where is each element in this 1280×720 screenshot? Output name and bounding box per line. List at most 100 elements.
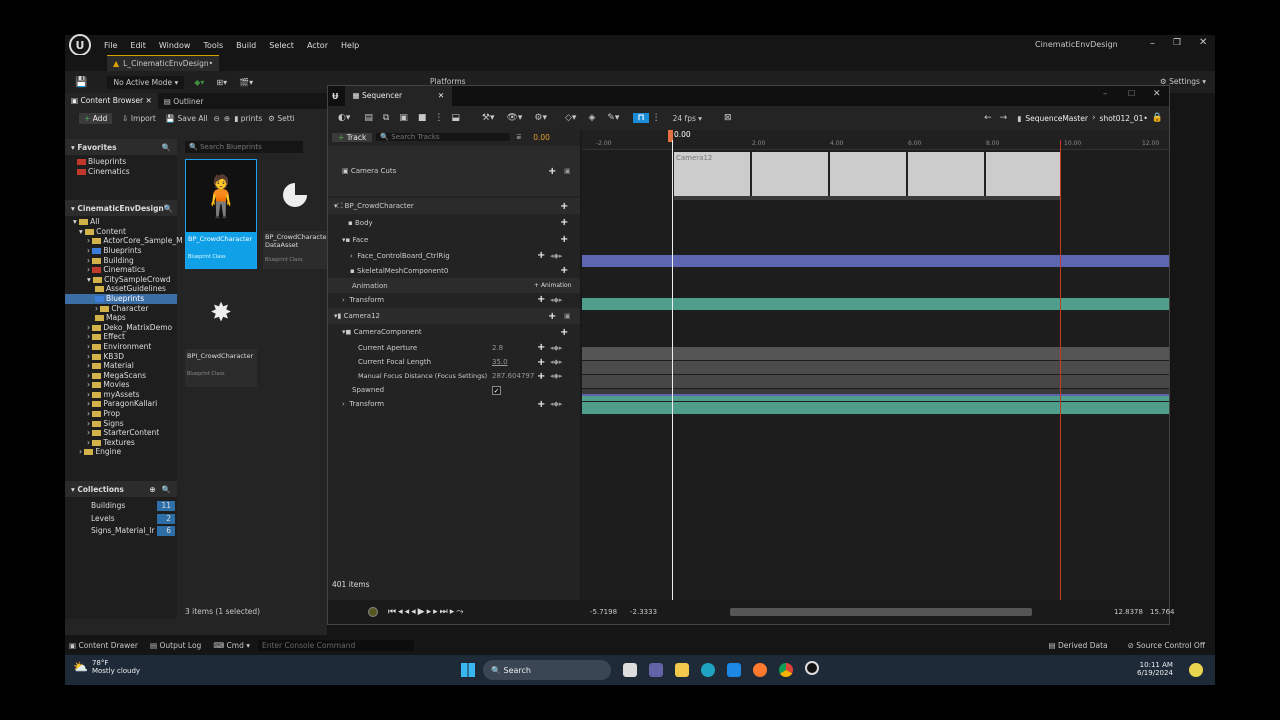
snap-toggle[interactable]: ⊓ <box>633 113 649 123</box>
edge-icon[interactable] <box>701 663 715 677</box>
add-actor-icon[interactable]: ◆▾ <box>194 78 204 87</box>
focus-distance-section[interactable] <box>582 375 1169 388</box>
collection-item[interactable]: Buildings 11 <box>65 500 177 513</box>
cinematics-icon[interactable]: 🎬▾ <box>239 78 253 87</box>
menu-actor[interactable]: Actor <box>307 41 328 50</box>
forward-icon[interactable]: → <box>1000 113 1008 123</box>
camera-cut-section[interactable]: Camera12 <box>674 152 1060 200</box>
tree-item[interactable]: › Blueprints <box>65 246 177 256</box>
tree-item[interactable]: Maps <box>65 313 177 323</box>
store-icon[interactable] <box>727 663 741 677</box>
add-icon[interactable]: + <box>537 371 545 382</box>
tree-item-all[interactable]: ▾ All <box>65 217 177 227</box>
add-icon[interactable]: + <box>560 265 568 276</box>
collections-header[interactable]: ▾ Collections ⊕ 🔍 <box>65 481 177 498</box>
collection-search-icon[interactable]: 🔍 <box>162 485 171 494</box>
tree-item[interactable]: ▾ CitySampleCrowd <box>65 275 177 285</box>
key-nav-icon[interactable]: ◂◆▸ <box>550 344 562 352</box>
track-row[interactable]: ▪ Body + <box>328 214 580 231</box>
menu-tools[interactable]: Tools <box>203 41 223 50</box>
history-forward-icon[interactable]: ⊕ <box>224 114 230 123</box>
track-value[interactable]: 287.604797 <box>492 372 535 380</box>
render-icon[interactable]: ▣ <box>399 113 408 123</box>
path-breadcrumb[interactable]: ▮ prints <box>234 114 262 123</box>
project-header[interactable]: ▾ CinematicEnvDesign 🔍 <box>65 200 177 217</box>
tree-item[interactable]: › Character <box>65 304 177 314</box>
asset-tile-selected[interactable]: 🧍 BP_CrowdCharacter Blueprint Class <box>185 159 257 269</box>
menu-build[interactable]: Build <box>236 41 256 50</box>
history-back-icon[interactable]: ⊖ <box>214 114 220 123</box>
track-row[interactable]: ▾ ◼ CameraComponent + <box>328 324 580 340</box>
camera-lock-icon[interactable]: ▣ <box>564 312 571 320</box>
tree-item[interactable]: › Prop <box>65 409 177 419</box>
track-row[interactable]: Current Focal Length 35.0 + ◂◆▸ <box>328 355 580 369</box>
view-icon[interactable]: 👁▾ <box>506 113 522 123</box>
playback-controls[interactable]: ⏮◂◂◂▶▸▸⏭▸⤳ <box>388 607 465 617</box>
weather-widget[interactable]: ⛅ 78°F Mostly cloudy <box>73 659 140 675</box>
save-all-button[interactable]: 💾 Save All <box>166 114 208 123</box>
track-row[interactable]: Spawned ✓ <box>328 383 580 397</box>
favorites-search-icon[interactable]: 🔍 <box>162 143 171 152</box>
timeline-scrollbar[interactable] <box>730 608 1032 616</box>
level-tab[interactable]: ▲ L_CinematicEnvDesign• <box>107 55 220 71</box>
cmd-dropdown[interactable]: ⌨ Cmd ▾ <box>213 641 250 650</box>
snap-menu-icon[interactable]: ⋮ <box>652 113 661 123</box>
back-icon[interactable]: ← <box>984 113 992 123</box>
menu-file[interactable]: File <box>104 41 117 50</box>
add-track-button[interactable]: + Track <box>332 132 373 142</box>
lock-icon[interactable]: 🔒 <box>1152 113 1163 123</box>
import-button[interactable]: ⇩ Import <box>122 114 156 123</box>
collection-item[interactable]: Levels 2 <box>65 513 177 526</box>
blueprints-icon[interactable]: ⊞▾ <box>216 78 227 87</box>
world-icon[interactable]: ◐▾ <box>338 113 350 123</box>
unreal-logo-icon[interactable]: U <box>69 34 91 56</box>
curve-editor-icon[interactable]: ⊠ <box>724 113 732 123</box>
clock[interactable]: 10:11 AM 6/19/2024 <box>1137 661 1173 677</box>
tree-item[interactable]: › Signs <box>65 419 177 429</box>
working-range-end[interactable]: 12.8378 <box>1114 608 1143 616</box>
track-row[interactable]: Manual Focus Distance (Focus Settings) 28… <box>328 369 580 383</box>
tree-item[interactable]: › Effect <box>65 332 177 342</box>
add-icon[interactable]: + <box>548 311 556 322</box>
playhead-label[interactable]: 0.00 <box>674 130 691 139</box>
tree-item-content[interactable]: ▾ Content <box>65 227 177 237</box>
track-row[interactable]: ▾ ▮ Camera12 + ▣ <box>328 308 580 324</box>
seq-restore-icon[interactable]: ☐ <box>1128 89 1135 98</box>
menu-window[interactable]: Window <box>159 41 191 50</box>
focal-length-section[interactable] <box>582 361 1169 374</box>
unreal-taskbar-icon[interactable] <box>805 661 819 675</box>
playback-icon[interactable]: ⚙▾ <box>534 113 547 123</box>
add-icon[interactable]: + <box>537 250 545 261</box>
menu-help[interactable]: Help <box>341 41 359 50</box>
key-nav-icon[interactable]: ◂◆▸ <box>550 252 562 260</box>
cb-settings-button[interactable]: ⚙ Setti <box>268 114 294 123</box>
find-icon[interactable]: ⧉ <box>383 113 389 123</box>
track-row[interactable]: › Transform + ◂◆▸ <box>328 293 580 306</box>
add-icon[interactable]: + <box>560 327 568 338</box>
chrome-icon[interactable] <box>779 663 793 677</box>
track-value[interactable]: 35.0 <box>492 358 508 366</box>
breadcrumb-master[interactable]: SequenceMaster <box>1025 114 1088 123</box>
content-drawer-button[interactable]: ▣ Content Drawer <box>69 641 138 650</box>
spawned-checkbox[interactable]: ✓ <box>492 385 501 395</box>
restore-icon[interactable]: ❐ <box>1173 38 1181 48</box>
track-row[interactable]: Current Aperture 2.8 + ◂◆▸ <box>328 340 580 355</box>
tree-search-icon[interactable]: 🔍 <box>164 204 173 213</box>
seq-close-icon[interactable]: ✕ <box>1153 89 1161 99</box>
track-row[interactable]: ▾ ⛶ BP_CrowdCharacter + <box>328 198 580 214</box>
auto-key-icon[interactable]: ◈ <box>588 113 595 123</box>
favorites-header[interactable]: ▾ Favorites 🔍 <box>65 139 177 155</box>
tree-item[interactable]: › Material <box>65 361 177 371</box>
tree-item[interactable]: › Engine <box>65 447 177 457</box>
track-row[interactable]: › Face_ControlBoard_CtrlRig + ◂◆▸ <box>328 248 580 263</box>
source-control-button[interactable]: ⊘ Source Control Off <box>1128 641 1205 650</box>
asset-search-box[interactable]: 🔍 Search Blueprints <box>185 141 303 153</box>
track-row[interactable]: ▪ SkeletalMeshComponent0 + <box>328 263 580 278</box>
task-view-icon[interactable] <box>623 663 637 677</box>
breadcrumb-shot[interactable]: shot012_01• <box>1100 114 1148 123</box>
search-tracks-input[interactable]: 🔍 Search Tracks <box>376 133 511 141</box>
track-row[interactable]: ▾ ▪ Face + <box>328 231 580 248</box>
asset-tile[interactable]: ✸ BPI_CrowdCharacter Blueprint Class <box>185 277 257 387</box>
key-nav-icon[interactable]: ◂◆▸ <box>550 400 562 408</box>
track-value[interactable]: 2.8 <box>492 344 503 352</box>
